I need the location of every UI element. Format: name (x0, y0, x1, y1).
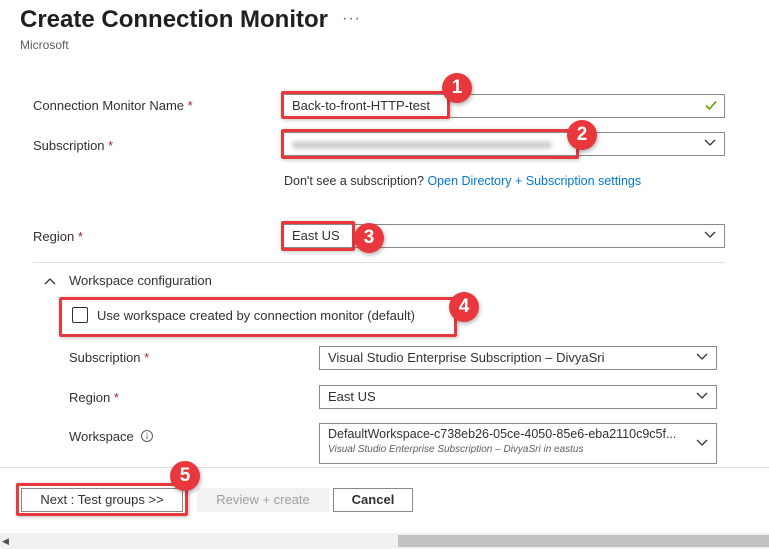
region-label: Region * (33, 229, 83, 244)
scroll-left-icon[interactable]: ◀ (2, 536, 9, 547)
more-icon[interactable]: ··· (342, 10, 361, 28)
chevron-down-icon (696, 439, 708, 446)
chevron-down-icon (704, 231, 716, 238)
step-badge-5: 5 (170, 461, 200, 491)
workspace-value: DefaultWorkspace-c738eb26-05ce-4050-85e6… (328, 427, 677, 441)
subscription-label-text: Subscription (33, 138, 105, 153)
subscription-help-text: Don't see a subscription? (284, 174, 424, 188)
cancel-button[interactable]: Cancel (333, 488, 413, 512)
highlight-box-5 (16, 483, 188, 516)
workspace-config-title[interactable]: Workspace configuration (69, 273, 212, 288)
required-marker: * (187, 98, 193, 113)
scrollbar-thumb[interactable] (398, 535, 769, 547)
page-title: Create Connection Monitor (20, 6, 329, 33)
chevron-down-icon (704, 139, 716, 146)
divider (33, 262, 725, 263)
chevron-down-icon (696, 353, 708, 360)
ws-region-label-text: Region (69, 390, 111, 405)
publisher-label: Microsoft (20, 38, 69, 52)
region-label-text: Region (33, 229, 75, 244)
ws-subscription-value: Visual Studio Enterprise Subscription – … (328, 350, 605, 365)
directory-settings-link[interactable]: Open Directory + Subscription settings (427, 174, 641, 188)
ws-subscription-dropdown[interactable]: Visual Studio Enterprise Subscription – … (319, 346, 717, 370)
step-badge-3: 3 (354, 223, 384, 253)
ws-region-value: East US (328, 389, 376, 404)
info-icon[interactable]: i (141, 430, 153, 442)
highlight-box-3 (281, 221, 355, 251)
horizontal-scrollbar[interactable]: ◀ (0, 533, 769, 549)
footer-divider (0, 467, 769, 468)
workspace-dropdown[interactable]: DefaultWorkspace-c738eb26-05ce-4050-85e6… (319, 423, 717, 464)
ws-subscription-label-text: Subscription (69, 350, 141, 365)
chevron-up-icon[interactable] (44, 276, 56, 288)
ws-region-label: Region * (69, 390, 119, 405)
workspace-subvalue: Visual Studio Enterprise Subscription – … (328, 444, 584, 455)
highlight-box-2 (281, 129, 579, 159)
highlight-box-1 (281, 91, 450, 119)
subscription-label: Subscription * (33, 138, 113, 153)
ws-subscription-label: Subscription * (69, 350, 149, 365)
required-marker: * (108, 138, 114, 153)
required-marker: * (113, 390, 119, 405)
name-label: Connection Monitor Name * (33, 98, 193, 113)
chevron-down-icon (696, 392, 708, 399)
checkmark-icon (705, 100, 717, 111)
step-badge-1: 1 (442, 73, 472, 103)
step-badge-2: 2 (567, 120, 597, 150)
required-marker: * (77, 229, 83, 244)
required-marker: * (144, 350, 150, 365)
step-badge-4: 4 (449, 292, 479, 322)
name-label-text: Connection Monitor Name (33, 98, 185, 113)
workspace-label: Workspace (69, 429, 134, 444)
ws-region-dropdown[interactable]: East US (319, 385, 717, 409)
highlight-box-4 (59, 297, 457, 337)
subscription-help: Don't see a subscription? Open Directory… (284, 174, 641, 188)
review-create-button[interactable]: Review + create (197, 488, 329, 512)
